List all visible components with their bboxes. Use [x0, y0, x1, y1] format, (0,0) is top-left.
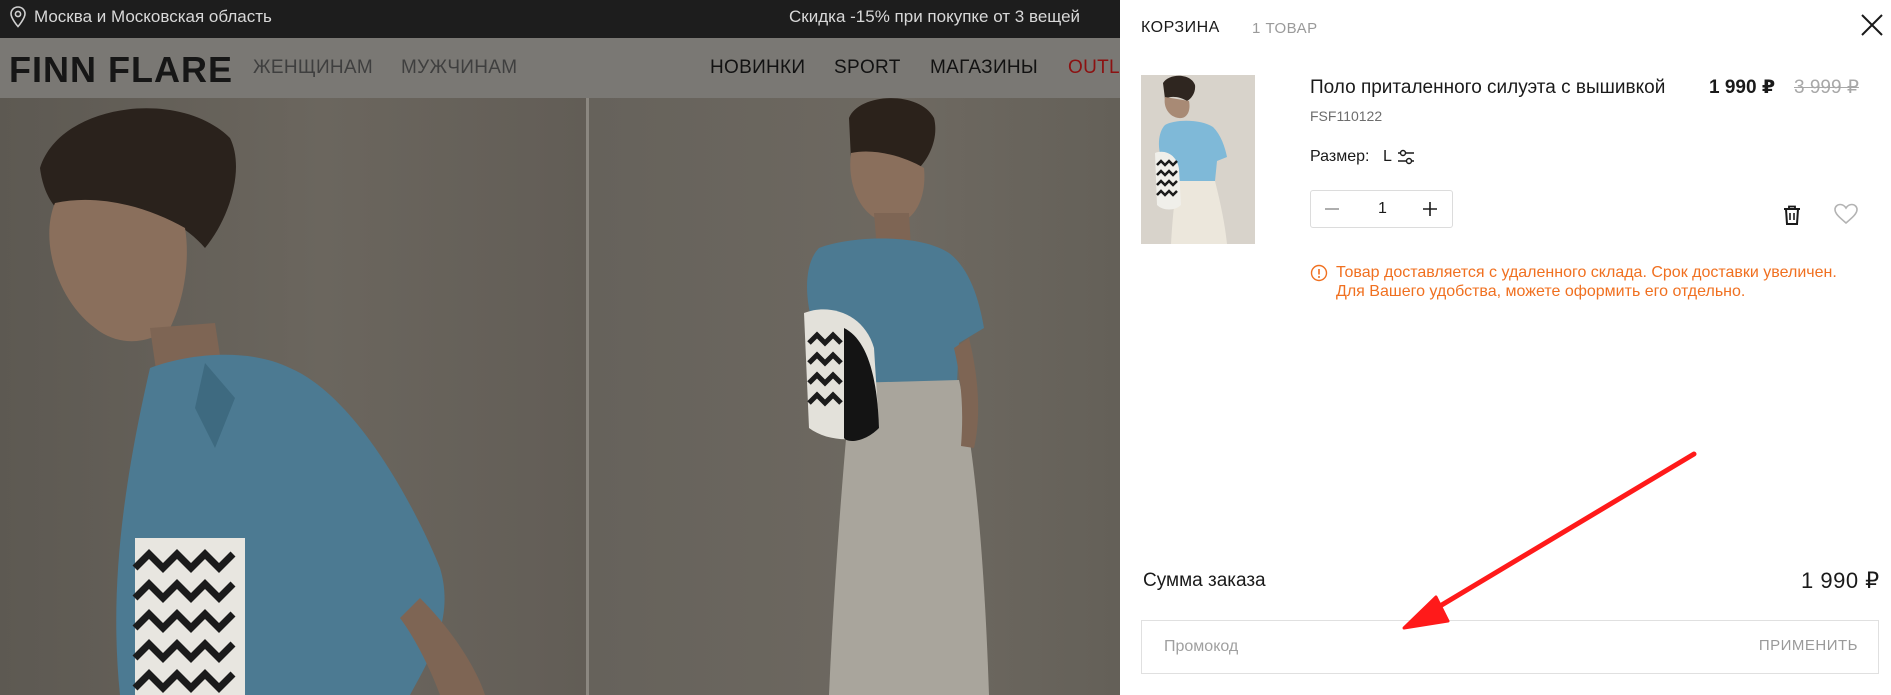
site-logo[interactable]: FINN FLARE	[9, 49, 233, 91]
cart-drawer: КОРЗИНА 1 ТОВАР Поло приталенного силуэт…	[1120, 0, 1891, 695]
location-selector[interactable]: Москва и Московская область	[10, 6, 272, 28]
product-price: 1 990 ₽	[1709, 77, 1776, 98]
nav-men[interactable]: МУЖЧИНАМ	[401, 57, 517, 79]
product-photo-left[interactable]	[0, 98, 586, 695]
promo-code-form: ПРИМЕНИТЬ	[1141, 620, 1879, 674]
trash-icon[interactable]	[1780, 203, 1804, 227]
size-filter-icon[interactable]	[1396, 147, 1416, 167]
plus-icon[interactable]	[1419, 198, 1441, 220]
location-text: Москва и Московская область	[34, 7, 272, 26]
promo-banner[interactable]: Скидка -15% при покупке от 3 вещей	[789, 7, 1080, 27]
info-icon	[1310, 264, 1328, 282]
heart-icon[interactable]	[1833, 202, 1859, 226]
product-photo-right[interactable]	[589, 98, 1120, 695]
order-total-label: Сумма заказа	[1143, 570, 1266, 591]
delivery-notice: Товар доставляется с удаленного склада. …	[1310, 263, 1870, 301]
background-site: Москва и Московская область Скидка -15% …	[0, 0, 1120, 695]
top-bar: Москва и Московская область Скидка -15% …	[0, 0, 1120, 38]
size-value: L	[1383, 148, 1392, 165]
location-pin-icon	[10, 6, 26, 28]
delivery-notice-text: Товар доставляется с удаленного склада. …	[1336, 264, 1837, 300]
promo-code-input[interactable]	[1142, 621, 1702, 673]
nav-new[interactable]: НОВИНКИ	[710, 57, 805, 79]
order-total-value: 1 990 ₽	[1801, 568, 1880, 593]
close-icon[interactable]	[1857, 10, 1887, 40]
size-label: Размер:	[1310, 148, 1370, 165]
product-thumbnail[interactable]	[1141, 75, 1255, 244]
nav-outlet[interactable]: OUTL	[1068, 57, 1120, 79]
quantity-stepper: 1	[1310, 190, 1453, 228]
main-nav: FINN FLARE ЖЕНЩИНАМ МУЖЧИНАМ НОВИНКИ SPO…	[0, 38, 1120, 98]
nav-sport[interactable]: SPORT	[834, 57, 901, 79]
cart-title: КОРЗИНА	[1141, 19, 1220, 36]
product-sku: FSF110122	[1310, 108, 1383, 124]
nav-women[interactable]: ЖЕНЩИНАМ	[253, 57, 373, 79]
nav-stores[interactable]: МАГАЗИНЫ	[930, 57, 1038, 79]
product-old-price: 3 999 ₽	[1794, 77, 1859, 98]
product-name[interactable]: Поло приталенного силуэта с вышивкой	[1310, 77, 1665, 99]
cart-item-count: 1 ТОВАР	[1252, 20, 1318, 37]
promo-apply-button[interactable]: ПРИМЕНИТЬ	[1759, 637, 1858, 654]
